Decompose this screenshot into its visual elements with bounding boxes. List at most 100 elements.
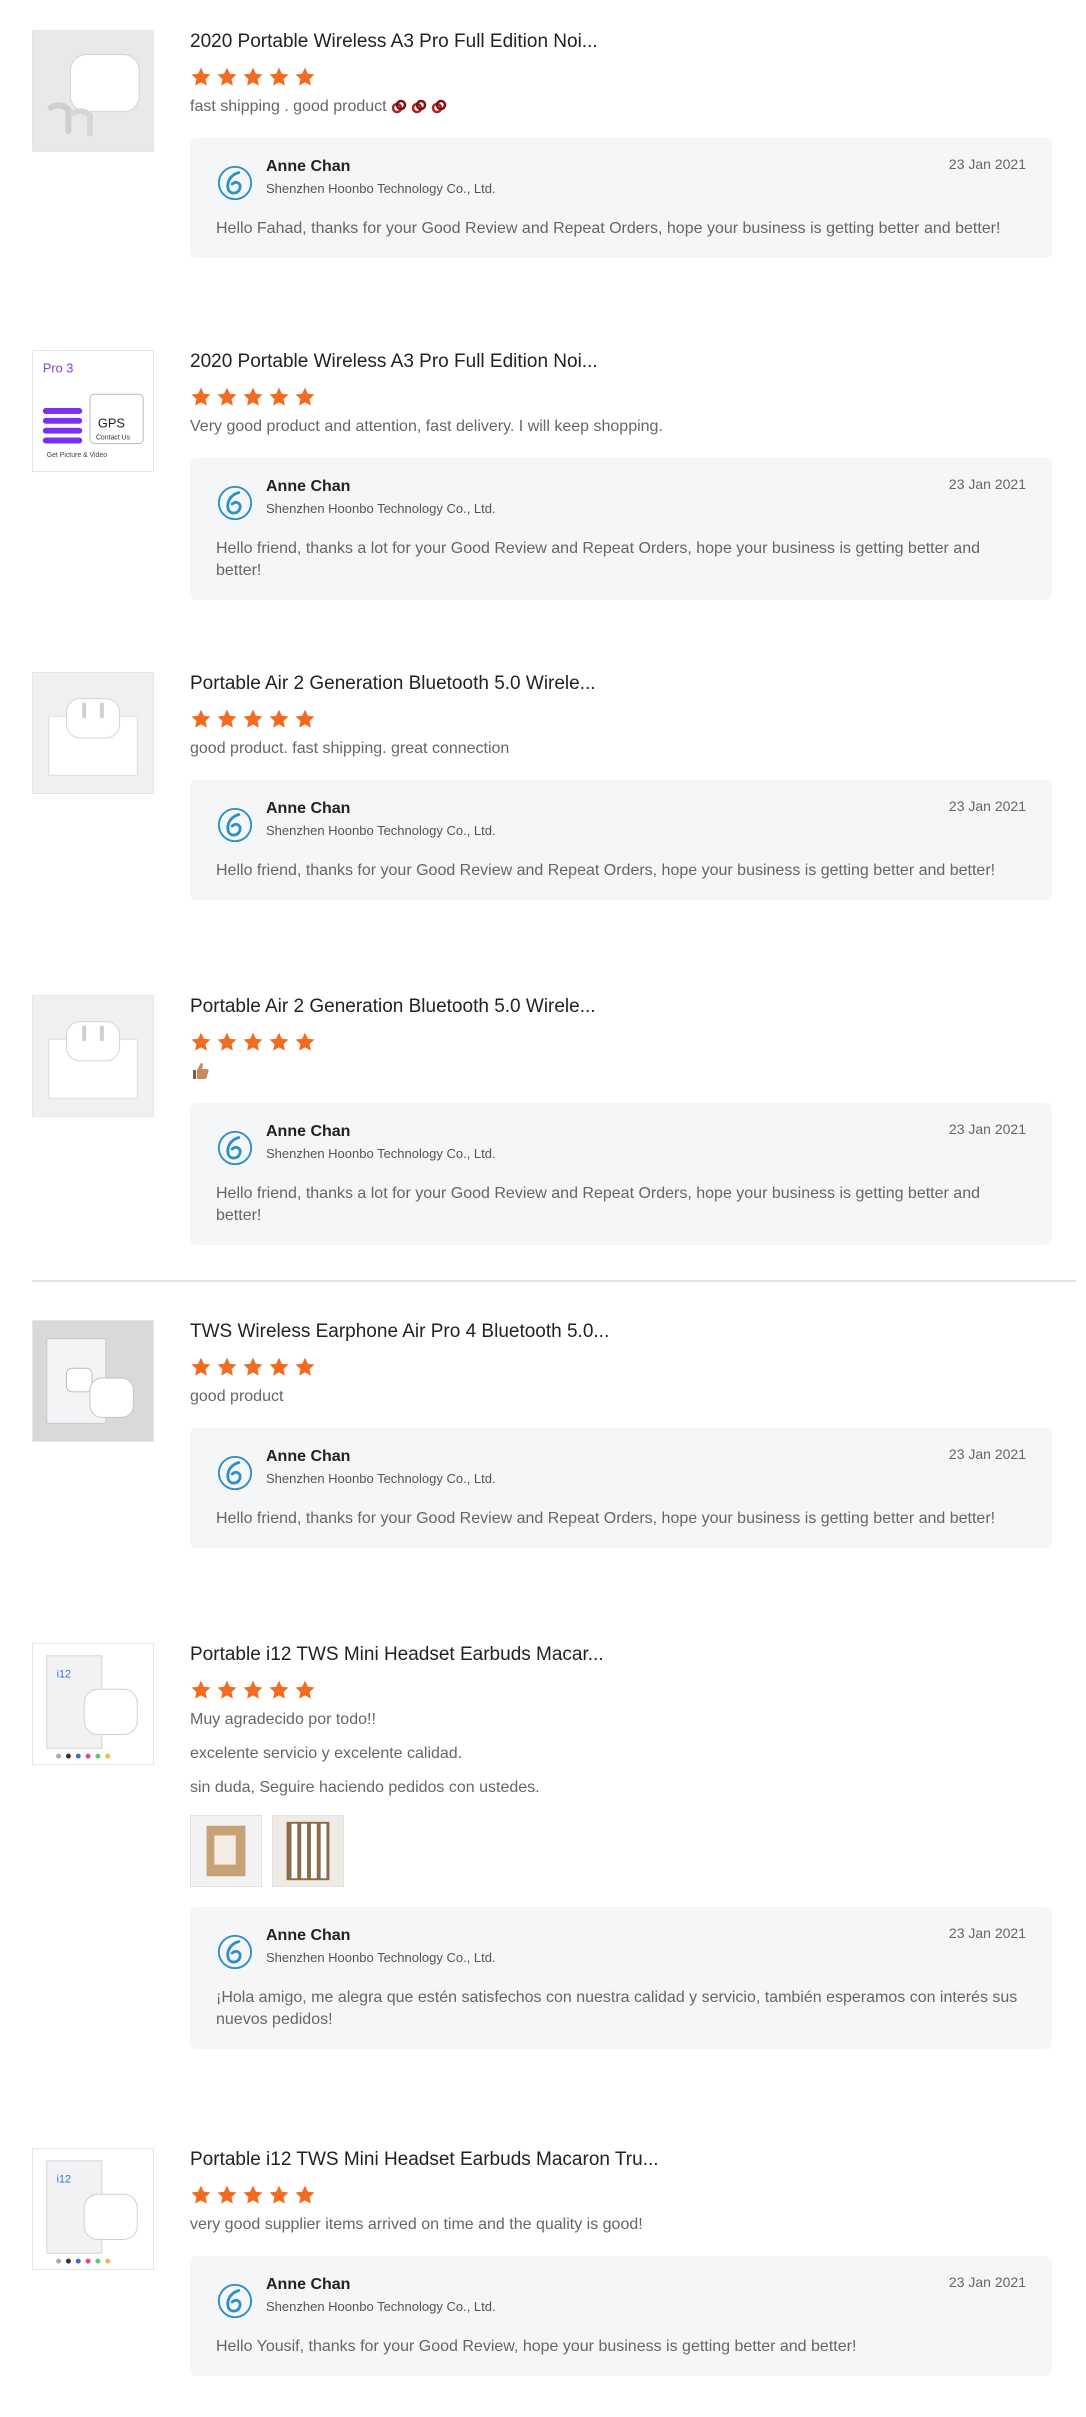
reply-header: Anne Chan Shenzhen Hoonbo Technology Co.…: [216, 1446, 1026, 1492]
review-content: Portable i12 TWS Mini Headset Earbuds Ma…: [190, 2148, 1052, 2376]
reply-header: Anne Chan Shenzhen Hoonbo Technology Co.…: [216, 1925, 1026, 1971]
star-icon: [294, 708, 316, 730]
review-comment: Muy agradecido por todo!!: [190, 1711, 376, 1728]
star-rating: [190, 2184, 1052, 2206]
product-title-link[interactable]: TWS Wireless Earphone Air Pro 4 Bluetoot…: [190, 1320, 1052, 1344]
reply-text: Hello friend, thanks for your Good Revie…: [216, 862, 996, 879]
star-icon: [216, 1031, 238, 1053]
company-logo-icon: [217, 1455, 253, 1491]
review-comment: very good supplier items arrived on time…: [190, 2216, 643, 2233]
review-photo[interactable]: [272, 1815, 344, 1887]
star-icon: [242, 1356, 264, 1378]
product-thumbnail[interactable]: [32, 995, 154, 1117]
supplier-reply: Anne Chan Shenzhen Hoonbo Technology Co.…: [190, 1428, 1052, 1548]
company-logo-icon: [217, 165, 253, 201]
supplier-reply: Anne Chan Shenzhen Hoonbo Technology Co.…: [190, 2256, 1052, 2376]
star-icon: [268, 1356, 290, 1378]
review-content: Portable Air 2 Generation Bluetooth 5.0 …: [190, 995, 1052, 1245]
product-title-link[interactable]: Portable i12 TWS Mini Headset Earbuds Ma…: [190, 1643, 1052, 1667]
svg-text:i12: i12: [57, 2173, 71, 2185]
reply-author-name: Anne Chan: [266, 158, 351, 175]
product-title-link[interactable]: Portable Air 2 Generation Bluetooth 5.0 …: [190, 672, 1052, 696]
product-thumbnail[interactable]: i12: [32, 2148, 154, 2270]
review-photos: [190, 1815, 1052, 1887]
reply-header: Anne Chan Shenzhen Hoonbo Technology Co.…: [216, 798, 1026, 844]
reply-author-name: Anne Chan: [266, 800, 351, 817]
product-title-link[interactable]: 2020 Portable Wireless A3 Pro Full Editi…: [190, 350, 1052, 374]
reply-author: Anne Chan Shenzhen Hoonbo Technology Co.…: [266, 798, 496, 840]
star-icon: [242, 386, 264, 408]
review-photo[interactable]: [190, 1815, 262, 1887]
reply-author-name: Anne Chan: [266, 1448, 351, 1465]
reply-date: 23 Jan 2021: [948, 156, 1026, 172]
star-icon: [190, 2184, 212, 2206]
reply-date: 23 Jan 2021: [948, 1925, 1026, 1941]
section-divider: [32, 1280, 1076, 1282]
reply-header: Anne Chan Shenzhen Hoonbo Technology Co.…: [216, 156, 1026, 202]
reply-author-name: Anne Chan: [266, 1927, 351, 1944]
reply-company: Shenzhen Hoonbo Technology Co., Ltd.: [266, 1950, 496, 1965]
reply-company: Shenzhen Hoonbo Technology Co., Ltd.: [266, 181, 496, 196]
star-icon: [294, 1031, 316, 1053]
product-thumbnail[interactable]: Pro 3 GPS Contact Us Get Picture & Video: [32, 350, 154, 472]
reply-text: Hello friend, thanks a lot for your Good…: [216, 540, 980, 579]
star-icon: [190, 708, 212, 730]
emoji-group: [391, 99, 447, 115]
star-icon: [268, 66, 290, 88]
star-icon: [268, 386, 290, 408]
star-icon: [294, 1356, 316, 1378]
company-logo-icon: [217, 807, 253, 843]
svg-text:Get Picture & Video: Get Picture & Video: [47, 452, 107, 459]
product-title-link[interactable]: 2020 Portable Wireless A3 Pro Full Editi…: [190, 30, 1052, 54]
reply-author-name: Anne Chan: [266, 2276, 351, 2293]
reply-author: Anne Chan Shenzhen Hoonbo Technology Co.…: [266, 1121, 496, 1163]
product-thumbnail[interactable]: i12: [32, 1643, 154, 1765]
product-thumbnail[interactable]: [32, 30, 154, 152]
star-icon: [268, 1679, 290, 1701]
company-logo-icon: [217, 485, 253, 521]
review-content: 2020 Portable Wireless A3 Pro Full Editi…: [190, 30, 1052, 258]
star-icon: [268, 1031, 290, 1053]
review-content: TWS Wireless Earphone Air Pro 4 Bluetoot…: [190, 1320, 1052, 1548]
chain-emoji-icon: [431, 99, 447, 115]
supplier-reply: Anne Chan Shenzhen Hoonbo Technology Co.…: [190, 1907, 1052, 2049]
star-icon: [242, 1031, 264, 1053]
star-icon: [190, 1356, 212, 1378]
star-icon: [242, 2184, 264, 2206]
star-icon: [294, 1679, 316, 1701]
star-icon: [190, 1031, 212, 1053]
product-title-link[interactable]: Portable i12 TWS Mini Headset Earbuds Ma…: [190, 2148, 1052, 2172]
star-icon: [294, 66, 316, 88]
star-rating: [190, 1356, 1052, 1378]
review-comment-block: fast shipping . good product: [190, 96, 1052, 118]
reply-date: 23 Jan 2021: [948, 1446, 1026, 1462]
review-content: Portable i12 TWS Mini Headset Earbuds Ma…: [190, 1643, 1052, 2049]
star-icon: [216, 1356, 238, 1378]
star-icon: [268, 2184, 290, 2206]
company-logo-icon: [217, 2283, 253, 2319]
review-content: Portable Air 2 Generation Bluetooth 5.0 …: [190, 672, 1052, 900]
chain-emoji-icon: [411, 99, 427, 115]
supplier-reply: Anne Chan Shenzhen Hoonbo Technology Co.…: [190, 780, 1052, 900]
review-comment: fast shipping . good product: [190, 96, 1052, 118]
svg-text:Contact Us: Contact Us: [96, 435, 131, 442]
product-title-link[interactable]: Portable Air 2 Generation Bluetooth 5.0 …: [190, 995, 1052, 1019]
review-comment: sin duda, Seguire haciendo pedidos con u…: [190, 1779, 540, 1796]
star-rating: [190, 1031, 1052, 1053]
reply-company: Shenzhen Hoonbo Technology Co., Ltd.: [266, 1471, 496, 1486]
review-comment-block: [190, 1061, 1052, 1083]
chain-emoji-icon: [391, 99, 407, 115]
reply-text: Hello Yousif, thanks for your Good Revie…: [216, 2338, 857, 2355]
reply-text: Hello Fahad, thanks for your Good Review…: [216, 220, 1001, 237]
reply-date: 23 Jan 2021: [948, 2274, 1026, 2290]
product-thumbnail[interactable]: [32, 672, 154, 794]
star-icon: [216, 66, 238, 88]
product-thumbnail[interactable]: [32, 1320, 154, 1442]
reply-header: Anne Chan Shenzhen Hoonbo Technology Co.…: [216, 1121, 1026, 1167]
reply-author: Anne Chan Shenzhen Hoonbo Technology Co.…: [266, 476, 496, 518]
reply-company: Shenzhen Hoonbo Technology Co., Ltd.: [266, 823, 496, 838]
star-icon: [216, 386, 238, 408]
star-icon: [242, 1679, 264, 1701]
reply-author: Anne Chan Shenzhen Hoonbo Technology Co.…: [266, 2274, 496, 2316]
star-icon: [268, 708, 290, 730]
